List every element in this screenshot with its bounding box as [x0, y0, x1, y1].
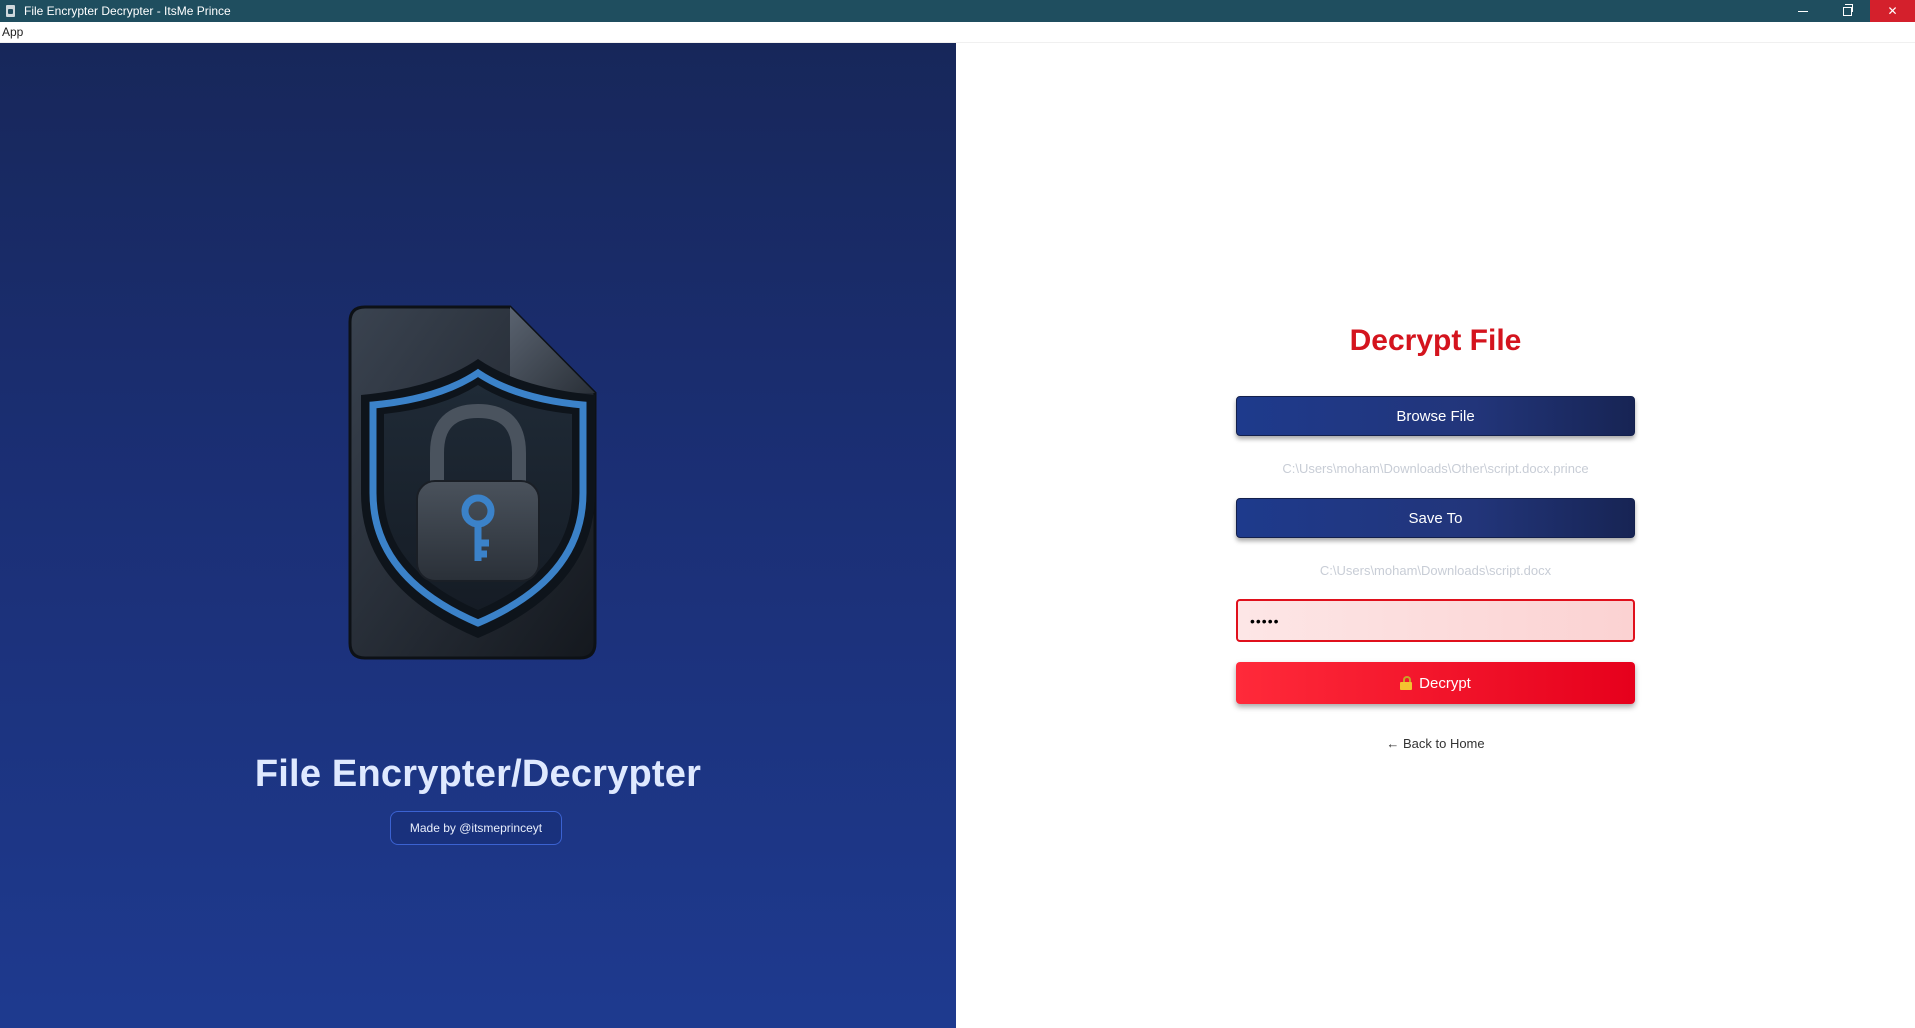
restore-button[interactable]	[1825, 0, 1870, 22]
window-title: File Encrypter Decrypter - ItsMe Prince	[24, 4, 231, 18]
decrypt-button[interactable]: Decrypt	[1236, 662, 1635, 704]
password-value: •••••	[1250, 612, 1280, 629]
close-icon: ✕	[1887, 4, 1898, 18]
window-controls: ✕	[1780, 0, 1915, 22]
app-title: File Encrypter/Decrypter	[254, 753, 702, 795]
form-heading: Decrypt File	[1349, 324, 1522, 357]
browse-file-button[interactable]: Browse File	[1236, 396, 1635, 436]
decrypt-form-panel: Decrypt File Browse File C:\Users\moham\…	[956, 43, 1915, 1028]
shield-lock-file-icon	[345, 303, 610, 663]
unlock-icon	[1400, 676, 1413, 690]
hero-panel: File Encrypter/Decrypter Made by @itsmep…	[0, 43, 956, 1028]
app-icon	[4, 4, 18, 18]
window-titlebar: File Encrypter Decrypter - ItsMe Prince …	[0, 0, 1915, 22]
menu-app[interactable]: App	[0, 22, 25, 42]
minimize-icon	[1797, 10, 1808, 12]
back-to-home-link[interactable]: ← Back to Home	[956, 736, 1915, 751]
password-input[interactable]: •••••	[1236, 599, 1635, 642]
minimize-button[interactable]	[1780, 0, 1825, 22]
decrypt-button-label: Decrypt	[1419, 674, 1471, 692]
credit-badge[interactable]: Made by @itsmeprinceyt	[390, 811, 562, 845]
source-path-label: C:\Users\moham\Downloads\Other\script.do…	[1282, 461, 1589, 476]
restore-icon	[1843, 3, 1853, 16]
close-button[interactable]: ✕	[1870, 0, 1915, 22]
destination-path-label: C:\Users\moham\Downloads\script.docx	[1319, 563, 1552, 578]
menu-bar: App	[0, 22, 1915, 43]
save-to-button[interactable]: Save To	[1236, 498, 1635, 538]
